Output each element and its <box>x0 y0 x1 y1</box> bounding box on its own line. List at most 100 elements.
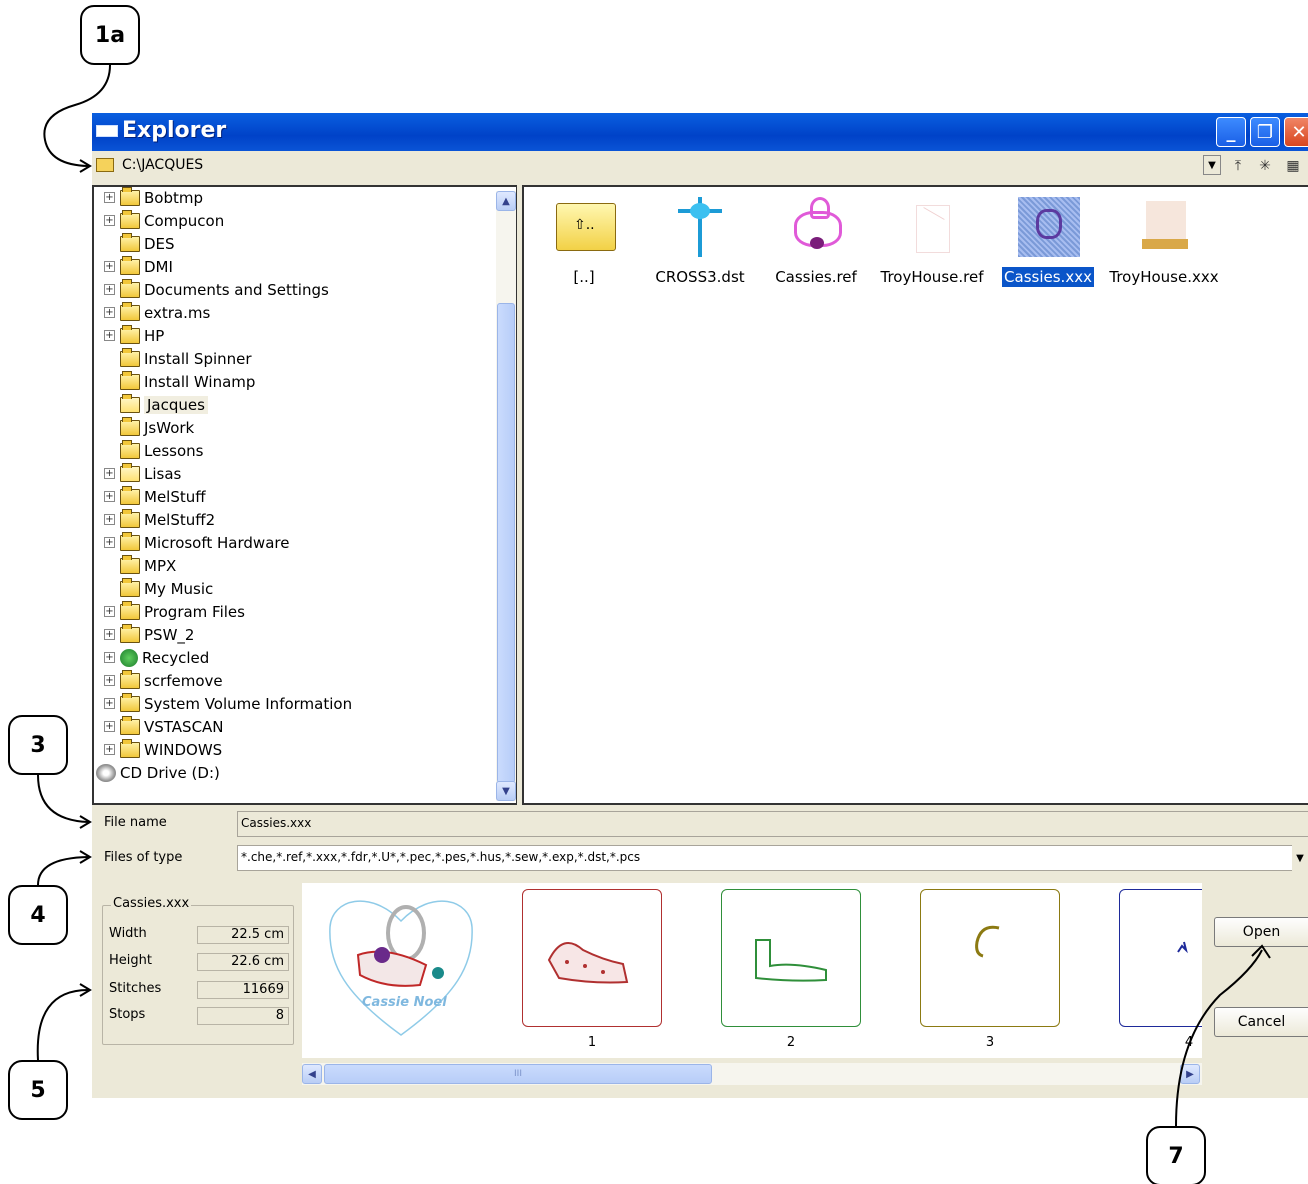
design-preview-strip[interactable]: Cassie Noel 1 2 3 4 <box>302 883 1202 1058</box>
tree-item[interactable]: + VSTASCAN <box>104 716 224 738</box>
color-stop-3-card[interactable] <box>920 889 1060 1027</box>
tree-item[interactable]: + Documents and Settings <box>104 279 329 301</box>
folder-icon <box>120 624 140 643</box>
expand-icon[interactable]: + <box>104 192 115 203</box>
minimize-button[interactable]: _ <box>1216 117 1246 147</box>
file-item-cassies-ref[interactable]: Cassies.ref <box>758 197 874 287</box>
up-folder-icon[interactable]: ⤒ <box>1227 155 1249 177</box>
expand-icon[interactable]: + <box>104 514 115 525</box>
scroll-left-button[interactable]: ◀ <box>302 1064 322 1084</box>
folder-icon <box>120 463 140 482</box>
scroll-thumb[interactable] <box>497 303 515 783</box>
tree-item-label: scrfemove <box>144 672 223 690</box>
expand-icon[interactable]: + <box>104 491 115 502</box>
expand-icon[interactable]: + <box>104 606 115 617</box>
tree-item-cd-drive[interactable]: CD Drive (D:) <box>96 762 220 784</box>
folder-tree[interactable]: + Bobtmp + Compucon DES + DMI + Documents and Se… <box>92 185 517 805</box>
file-item-cross3[interactable]: CROSS3.dst <box>642 197 758 287</box>
expand-icon[interactable]: + <box>104 629 115 640</box>
tree-item[interactable]: JsWork <box>120 417 194 439</box>
new-folder-icon[interactable]: ✳ <box>1254 155 1276 177</box>
tree-item[interactable]: + Program Files <box>104 601 245 623</box>
expand-icon[interactable]: + <box>104 652 115 663</box>
design-info-title: Cassies.xxx <box>111 896 192 911</box>
view-menu-icon[interactable]: ▦ <box>1282 155 1304 177</box>
tree-item[interactable]: + System Volume Information <box>104 693 352 715</box>
color-stop-4-number: 4 <box>1184 1035 1194 1050</box>
expand-icon[interactable]: + <box>104 698 115 709</box>
tree-item[interactable]: + Microsoft Hardware <box>104 532 289 554</box>
tree-item-label: WINDOWS <box>144 741 223 759</box>
scroll-down-button[interactable]: ▼ <box>496 781 516 801</box>
house-design-icon <box>1134 197 1194 257</box>
folder-icon <box>120 187 140 206</box>
files-of-type-select[interactable]: *.che,*.ref,*.xxx,*.fdr,*.U*,*.pec,*.pes… <box>237 845 1292 871</box>
file-item-cassies-xxx[interactable]: Cassies.xxx <box>990 197 1106 287</box>
scroll-right-button[interactable]: ▶ <box>1180 1064 1200 1084</box>
tree-item[interactable]: + extra.ms <box>104 302 210 324</box>
tree-item[interactable]: Install Spinner <box>120 348 252 370</box>
scroll-up-button[interactable]: ▲ <box>496 191 516 211</box>
close-button[interactable]: ✕ <box>1284 117 1308 147</box>
callout-3: 3 <box>8 715 68 775</box>
tree-item[interactable]: + DMI <box>104 256 173 278</box>
tree-item[interactable]: MPX <box>120 555 176 577</box>
color-stop-4-card[interactable] <box>1119 889 1202 1027</box>
file-item-troyhouse-xxx[interactable]: TroyHouse.xxx <box>1106 197 1222 287</box>
scroll-thumb[interactable]: III <box>324 1064 712 1084</box>
tree-scrollbar[interactable]: ▲ ▼ <box>496 191 516 801</box>
tree-item[interactable]: My Music <box>120 578 213 600</box>
preview-scrollbar[interactable]: ◀ III ▶ <box>302 1063 1202 1085</box>
color-stop-3-number: 3 <box>985 1035 995 1050</box>
width-label: Width <box>109 926 147 941</box>
recycle-bin-icon <box>120 649 138 667</box>
folder-icon <box>120 210 140 229</box>
tree-item[interactable]: + MelStuff <box>104 486 206 508</box>
expand-icon[interactable]: + <box>104 468 115 479</box>
tree-item[interactable]: + PSW_2 <box>104 624 194 646</box>
color-stop-2-card[interactable] <box>721 889 861 1027</box>
expand-icon[interactable]: + <box>104 537 115 548</box>
file-item-parent[interactable]: ⇧.. [..] <box>526 197 642 287</box>
height-value: 22.6 cm <box>197 953 289 971</box>
tree-item[interactable]: Jacques <box>120 394 208 416</box>
expand-icon[interactable]: + <box>104 744 115 755</box>
expand-icon[interactable]: + <box>104 675 115 686</box>
folder-icon <box>120 486 140 505</box>
tree-item[interactable]: + HP <box>104 325 164 347</box>
tree-item[interactable]: Lessons <box>120 440 203 462</box>
tree-item[interactable]: + MelStuff2 <box>104 509 215 531</box>
folder-icon <box>120 670 140 689</box>
open-button[interactable]: Open <box>1214 917 1308 947</box>
tree-item[interactable]: + Compucon <box>104 210 224 232</box>
color-stop-1-card[interactable] <box>522 889 662 1027</box>
expand-icon[interactable]: + <box>104 721 115 732</box>
file-item-troyhouse-ref[interactable]: TroyHouse.ref <box>874 197 990 287</box>
file-list[interactable]: ⇧.. [..] CROSS3.dst Cassies.ref TroyHous… <box>522 185 1308 805</box>
cancel-button[interactable]: Cancel <box>1214 1007 1308 1037</box>
tree-item[interactable]: + Bobtmp <box>104 187 203 209</box>
address-bar[interactable]: C:\JACQUES ▼ ⤒ ✳ ▦ <box>92 151 1308 181</box>
tree-item[interactable]: + WINDOWS <box>104 739 223 761</box>
explorer-window: Explorer _ ❐ ✕ C:\JACQUES ▼ ⤒ ✳ ▦ + Bobtm… <box>92 113 1308 1098</box>
tree-item[interactable]: DES <box>120 233 175 255</box>
expand-icon[interactable]: + <box>104 261 115 272</box>
expand-icon[interactable]: + <box>104 215 115 226</box>
cross-design-icon <box>670 197 730 257</box>
tree-item[interactable]: Install Winamp <box>120 371 255 393</box>
folder-icon <box>120 578 140 597</box>
files-of-type-dropdown-button[interactable]: ▼ <box>1292 846 1308 870</box>
parent-folder-icon: ⇧.. <box>554 197 616 257</box>
color-stop-3-shape <box>975 925 1000 958</box>
expand-icon[interactable]: + <box>104 284 115 295</box>
address-dropdown-button[interactable]: ▼ <box>1203 155 1221 175</box>
file-name-field[interactable]: Cassies.xxx <box>237 811 1308 837</box>
expand-icon[interactable]: + <box>104 330 115 341</box>
tree-item-label: My Music <box>144 580 214 598</box>
tree-item-label: Documents and Settings <box>144 281 329 299</box>
expand-icon[interactable]: + <box>104 307 115 318</box>
restore-button[interactable]: ❐ <box>1250 117 1280 147</box>
tree-item[interactable]: + Recycled <box>104 647 209 669</box>
tree-item[interactable]: + Lisas <box>104 463 181 485</box>
tree-item[interactable]: + scrfemove <box>104 670 223 692</box>
